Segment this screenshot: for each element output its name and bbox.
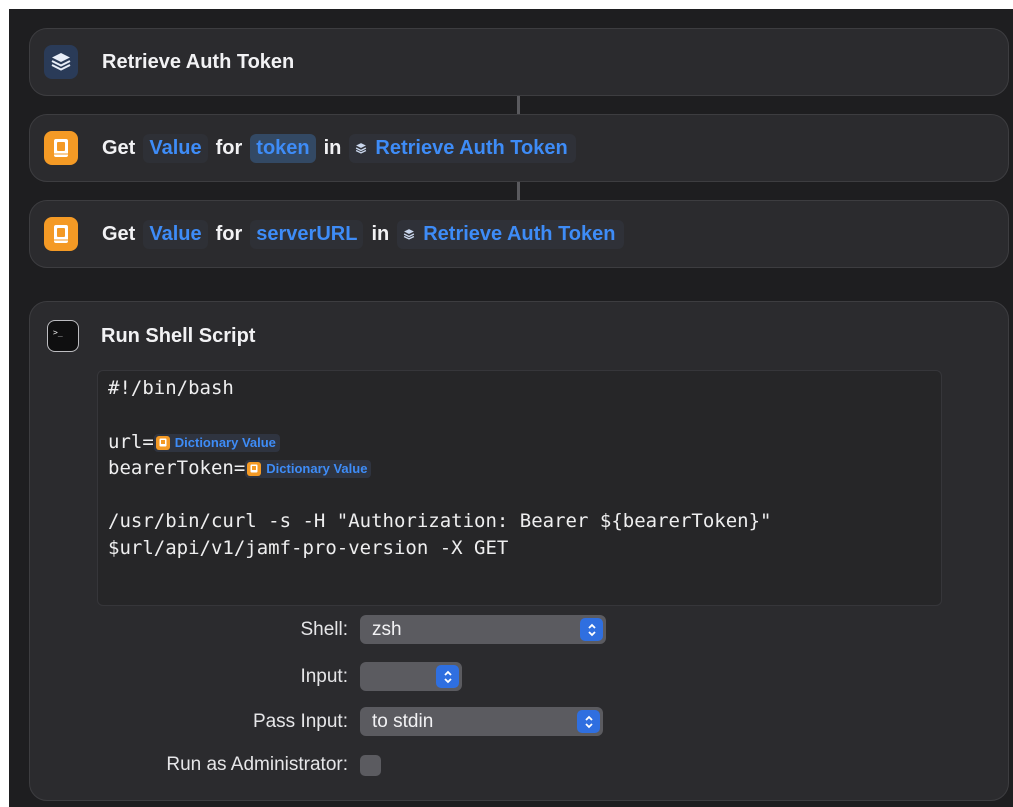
get-verb: Get	[102, 222, 136, 245]
code-line: url= Dictionary Value	[108, 429, 931, 455]
chevron-updown-icon	[577, 710, 600, 733]
code-line: /usr/bin/curl -s -H "Authorization: Bear…	[108, 510, 772, 532]
code-line: bearerToken= Dictionary Value	[108, 455, 931, 481]
chevron-updown-icon	[580, 618, 603, 641]
script-editor[interactable]: #!/bin/bash url= Dictionary Value bearerT…	[97, 370, 942, 606]
dictionary-icon	[155, 435, 170, 450]
in-word: in	[323, 136, 342, 159]
pass-input-label: Pass Input:	[252, 710, 348, 732]
shell-row: Shell: zsh	[30, 615, 606, 644]
run-as-admin-row: Run as Administrator:	[30, 754, 381, 776]
shell-value: zsh	[372, 618, 402, 640]
retrieve-auth-token-variable[interactable]: Retrieve Auth Token	[349, 133, 576, 163]
dictionary-value-variable[interactable]: Dictionary Value	[153, 433, 280, 452]
retrieve-auth-token-action[interactable]: Retrieve Auth Token	[29, 28, 1009, 96]
input-row: Input:	[30, 662, 462, 691]
action-title: Run Shell Script	[101, 324, 256, 347]
dictionary-icon	[44, 131, 78, 165]
chevron-updown-icon	[436, 665, 459, 688]
dictionary-icon	[44, 217, 78, 251]
action-connector	[517, 95, 520, 115]
layers-icon	[44, 45, 78, 79]
terminal-icon: >_	[47, 320, 79, 352]
pass-input-value: to stdin	[372, 710, 434, 732]
input-select[interactable]	[360, 662, 462, 691]
input-label: Input:	[300, 665, 348, 687]
svg-text:>_: >_	[53, 328, 63, 337]
retrieve-auth-token-variable[interactable]: Retrieve Auth Token	[397, 219, 624, 249]
layers-icon	[355, 137, 367, 160]
pass-input-select[interactable]: to stdin	[360, 707, 603, 736]
for-word: for	[215, 222, 243, 245]
action-connector	[517, 181, 520, 201]
variable-label: Retrieve Auth Token	[423, 222, 616, 245]
get-token-action[interactable]: Get Value for token in Retrieve Auth Tok…	[29, 114, 1009, 182]
run-as-admin-label: Run as Administrator:	[166, 754, 348, 775]
variable-label: Retrieve Auth Token	[375, 136, 568, 159]
value-token[interactable]: Value	[143, 133, 208, 163]
variable-label: Dictionary Value	[174, 434, 276, 450]
for-word: for	[215, 136, 243, 159]
get-server-url-action[interactable]: Get Value for serverURL in Retrieve Auth…	[29, 200, 1009, 268]
code-text: bearerToken=	[108, 457, 246, 479]
value-token[interactable]: Value	[143, 219, 208, 249]
code-line: #!/bin/bash	[108, 377, 234, 399]
shell-label: Shell:	[300, 618, 348, 640]
in-word: in	[371, 222, 390, 245]
code-line: $url/api/v1/jamf-pro-version -X GET	[108, 537, 509, 559]
layers-icon	[403, 223, 415, 246]
get-verb: Get	[102, 136, 136, 159]
key-token[interactable]: serverURL	[250, 219, 364, 249]
pass-input-row: Pass Input: to stdin	[30, 707, 603, 736]
code-text: url=	[108, 431, 154, 453]
dictionary-icon	[247, 461, 262, 476]
variable-label: Dictionary Value	[266, 460, 368, 476]
run-as-admin-checkbox[interactable]	[360, 754, 381, 776]
shortcut-editor-canvas: Retrieve Auth Token Get Value for token …	[9, 9, 1013, 807]
dictionary-value-variable[interactable]: Dictionary Value	[245, 459, 372, 478]
shell-select[interactable]: zsh	[360, 615, 606, 644]
key-token[interactable]: token	[250, 133, 316, 163]
action-title: Retrieve Auth Token	[102, 50, 295, 73]
run-shell-script-action[interactable]: >_ Run Shell Script #!/bin/bash url= Dict…	[29, 301, 1009, 801]
